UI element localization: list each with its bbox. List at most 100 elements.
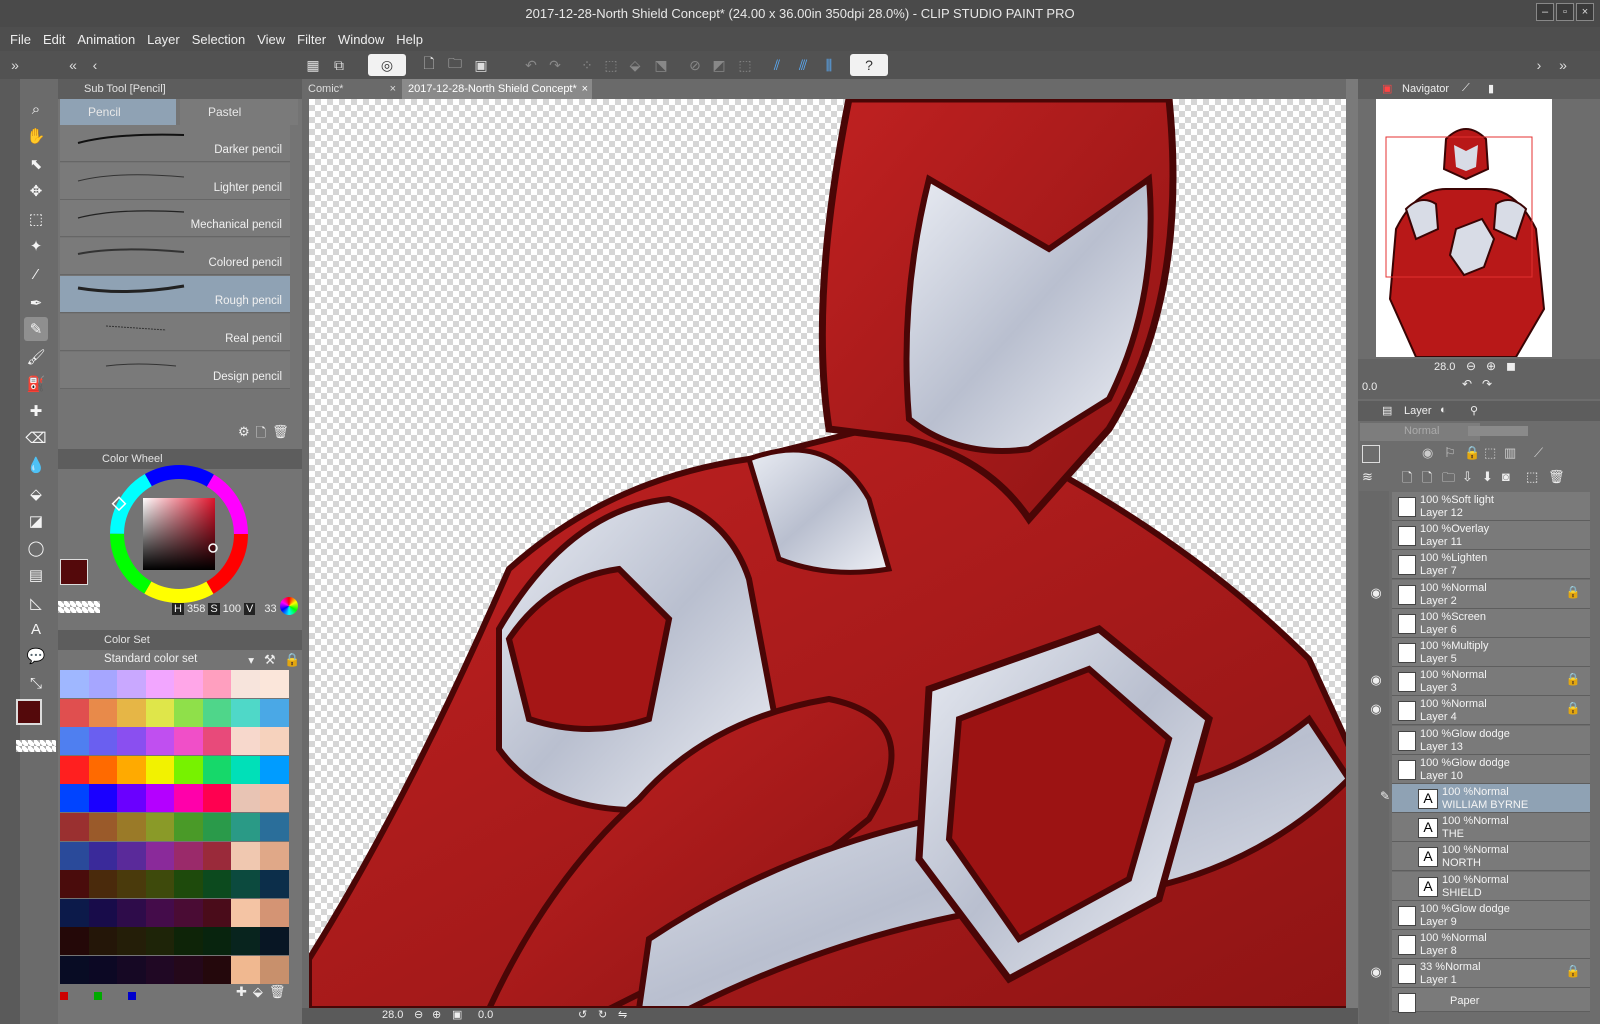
color-swatch[interactable] [88, 870, 118, 899]
eye-icon[interactable]: ◉ [1366, 701, 1386, 721]
delete-layer-icon[interactable]: 🗑 [1548, 469, 1565, 485]
color-swatch[interactable] [231, 841, 260, 870]
rotate-left-icon[interactable]: ↶ [1462, 377, 1472, 391]
tab-north-shield[interactable]: 2017-12-28-North Shield Concept* × [402, 79, 592, 99]
lock-layer-icon[interactable]: 🔒 [1464, 445, 1480, 461]
grid-icon[interactable]: ▦ [302, 54, 324, 76]
layer-row[interactable]: 100 %Overlay Layer 11 [1392, 521, 1590, 551]
color-swatch[interactable] [174, 956, 203, 984]
brush-item-selected[interactable]: Rough pencil [60, 276, 290, 313]
color-swatch[interactable] [145, 870, 175, 899]
flip-horizontal-icon[interactable]: ⇋ [618, 1008, 627, 1021]
collapse-panel-icon[interactable]: « [62, 54, 84, 76]
color-swatch[interactable] [88, 755, 118, 784]
color-swatch[interactable] [259, 755, 289, 784]
collapse-right-small-icon[interactable]: › [1528, 54, 1550, 76]
color-swatch[interactable] [174, 698, 203, 727]
transfer-down-icon[interactable]: ⇩ [1462, 469, 1473, 485]
eye-icon[interactable]: ◉ [1366, 672, 1386, 692]
frame-tool-icon[interactable]: ▤ [24, 563, 48, 587]
menu-help[interactable]: Help [390, 32, 429, 47]
lock-icon[interactable]: 🔒 [1564, 964, 1582, 984]
transform-icon[interactable]: ⬔ [650, 54, 672, 76]
layer-row[interactable]: 100 %Normal Layer 8 [1392, 930, 1590, 959]
zoom-out-icon[interactable]: ⊖ [414, 1008, 423, 1021]
lock-icon[interactable]: 🔒 [1564, 672, 1582, 692]
color-swatch[interactable] [145, 898, 175, 927]
swirl-icon[interactable]: ◎ [368, 54, 406, 76]
layer-row[interactable]: 33 %Normal Layer 1 [1392, 959, 1590, 989]
color-swatch[interactable] [202, 670, 232, 698]
hand-tool-icon[interactable]: ✋ [24, 124, 48, 148]
color-swatch[interactable] [174, 670, 203, 698]
color-swatch[interactable] [202, 870, 232, 899]
color-swatch[interactable] [117, 670, 146, 698]
brush-tool-icon[interactable]: 🖌 [24, 345, 48, 369]
brush-item[interactable]: Design pencil [60, 352, 290, 389]
color-swatch[interactable] [202, 755, 232, 784]
menu-window[interactable]: Window [332, 32, 390, 47]
layer-row[interactable]: 100 %Multiply Layer 5 [1392, 638, 1590, 667]
color-swatch[interactable] [145, 727, 175, 756]
color-swatch[interactable] [231, 727, 260, 756]
layer-row[interactable]: 100 %Glow dodge Layer 10 [1392, 754, 1590, 784]
correct-line-tool-icon[interactable]: ⤡ [24, 671, 48, 695]
main-color-swatch[interactable] [16, 699, 42, 725]
open-folder-icon[interactable]: 🗀 [444, 54, 466, 76]
color-swatch[interactable] [88, 841, 118, 870]
snap-special-ruler-icon[interactable]: ⫻ [792, 54, 814, 76]
color-swatch[interactable] [117, 813, 146, 841]
color-swatch[interactable] [259, 670, 289, 698]
airbrush-tool-icon[interactable]: ⛽ [24, 372, 48, 396]
color-swatch[interactable] [117, 727, 146, 756]
redo-icon[interactable]: ↷ [544, 54, 566, 76]
ruler-tool-icon[interactable]: ◺ [24, 591, 48, 615]
canvas-angle-value[interactable]: 0.0 [478, 1009, 493, 1021]
rotate-right-icon[interactable]: ↷ [1482, 377, 1492, 391]
canvas-vertical-scrollbar[interactable] [1346, 79, 1358, 1008]
fill-tool-icon[interactable]: ⬙ [24, 482, 48, 506]
zoom-in-icon[interactable]: ⊕ [432, 1008, 441, 1021]
color-swatch[interactable] [259, 784, 289, 813]
new-file-icon[interactable]: 🗋 [418, 54, 440, 76]
text-tool-icon[interactable]: A [24, 617, 48, 641]
color-set-lock-icon[interactable]: 🔒 [284, 652, 300, 668]
zoom-out-icon[interactable]: ⊖ [1466, 359, 1476, 373]
color-swatch[interactable] [60, 898, 89, 927]
color-swatch[interactable] [145, 841, 175, 870]
clip-studio-icon[interactable]: ⧉ [328, 54, 350, 76]
opacity-slider[interactable] [1468, 426, 1528, 436]
menu-file[interactable]: File [4, 32, 37, 47]
operation-tool-icon[interactable]: ⬉ [24, 152, 48, 176]
layer-row[interactable]: 100 %Lighten Layer 7 [1392, 550, 1590, 580]
color-swatch[interactable] [202, 813, 232, 841]
auto-select-icon[interactable]: ✦ [24, 234, 48, 258]
color-swatch[interactable] [60, 956, 89, 984]
replace-color-icon[interactable]: ⬙ [253, 984, 263, 1000]
color-swatch[interactable] [60, 841, 89, 870]
color-swatch[interactable] [231, 870, 260, 899]
color-swatch[interactable] [202, 841, 232, 870]
transparent-chip[interactable] [58, 601, 100, 613]
color-swatch[interactable] [60, 698, 89, 727]
mask-icon[interactable]: ◙ [1502, 469, 1510, 484]
color-swatch[interactable] [259, 927, 289, 956]
eye-icon[interactable]: ◉ [1366, 585, 1386, 605]
color-swatch[interactable] [259, 813, 289, 841]
navigator-zoom-value[interactable]: 28.0 [1434, 361, 1455, 373]
color-swatch[interactable] [202, 727, 232, 756]
color-swatch[interactable] [60, 727, 89, 756]
lock-icon[interactable]: 🔒 [1564, 585, 1582, 605]
save-icon[interactable]: ▣ [470, 54, 492, 76]
color-swatch[interactable] [88, 784, 118, 813]
merge-down-icon[interactable]: ⬇ [1482, 469, 1493, 485]
color-swatch[interactable] [202, 698, 232, 727]
new-raster-layer-icon[interactable]: 🗋 [1402, 469, 1412, 491]
canvas-zoom-value[interactable]: 28.0 [382, 1009, 403, 1021]
color-swatch[interactable] [259, 898, 289, 927]
rotate-left-icon[interactable]: ↺ [578, 1008, 587, 1021]
pen-tool-icon[interactable]: ✒ [24, 291, 48, 315]
color-swatch[interactable] [259, 870, 289, 899]
add-color-icon[interactable]: ✚ [236, 984, 247, 1000]
layer-row[interactable]: 100 %Screen Layer 6 [1392, 608, 1590, 638]
